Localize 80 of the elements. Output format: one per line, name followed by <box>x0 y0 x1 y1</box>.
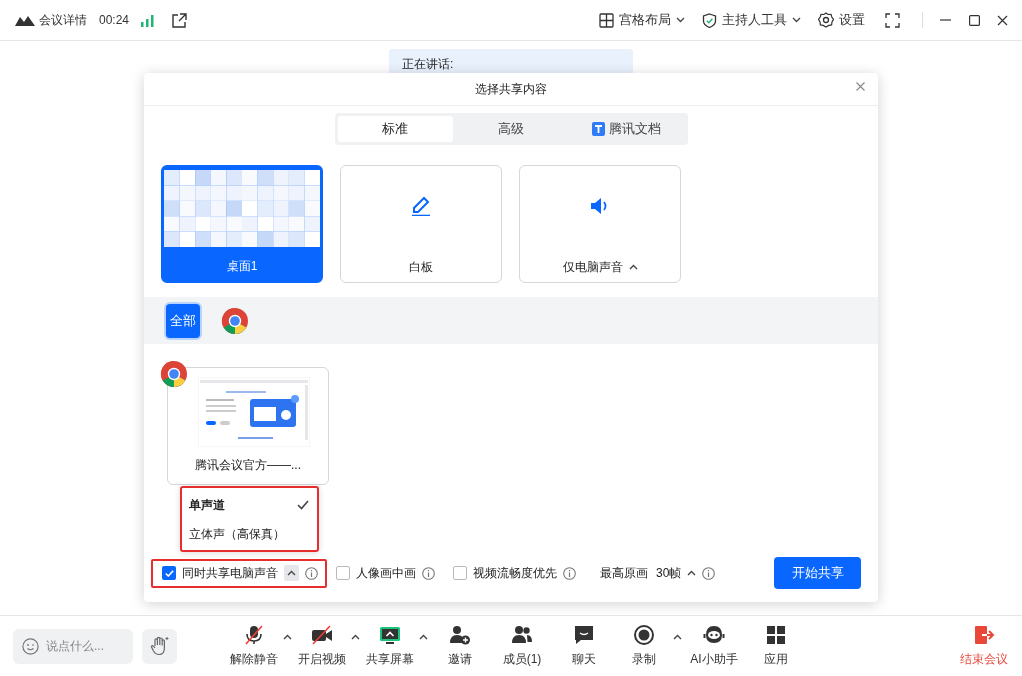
checkbox[interactable] <box>336 566 350 580</box>
toolbar-button[interactable]: 成员(1) <box>491 624 553 668</box>
browser-filter-tab[interactable] <box>220 305 250 336</box>
screen-share-icon <box>379 624 401 646</box>
toolbar-menu[interactable]: 宫格布局 <box>599 10 685 30</box>
menu-item[interactable]: 单声道 <box>182 490 317 519</box>
info-icon[interactable] <box>305 566 318 580</box>
shield-icon <box>702 12 717 28</box>
toolbar-menu[interactable]: 主持人工具 <box>702 10 801 30</box>
close-icon[interactable] <box>997 14 1008 26</box>
window-title: 腾讯会议官方——... <box>195 457 301 474</box>
pen-icon <box>411 196 431 216</box>
toolbar-button[interactable]: 解除静音 <box>225 624 283 668</box>
hand-icon <box>149 636 170 656</box>
caret-icon[interactable] <box>419 634 429 640</box>
chat-icon <box>573 624 595 646</box>
chat-input[interactable]: 说点什么... <box>13 628 133 664</box>
start-share-button[interactable]: 开始共享 <box>774 557 861 589</box>
share-source-card[interactable]: 仅电脑声音 <box>519 165 681 283</box>
caret-icon[interactable] <box>673 634 683 640</box>
browser-icon <box>160 360 188 388</box>
source-label: 白板 <box>409 259 433 276</box>
caret-icon[interactable] <box>628 264 638 270</box>
toolbar-button[interactable]: 聊天 <box>553 624 615 668</box>
menu-item[interactable]: 立体声（高保真） <box>182 519 317 548</box>
signal-icon <box>141 13 156 27</box>
external-link-icon[interactable] <box>172 12 188 28</box>
share-source-card[interactable]: 白板 <box>340 165 502 283</box>
toolbar-button[interactable]: 开启视频 <box>293 624 351 668</box>
toolbar-button[interactable]: 邀请 <box>429 624 491 668</box>
option-label: 视频流畅度优先 <box>473 565 557 582</box>
caret-icon[interactable] <box>351 634 361 640</box>
share-source-card[interactable]: 桌面1 <box>161 165 323 283</box>
settings-icon <box>818 12 834 28</box>
quality-label: 最高原画 <box>600 565 648 582</box>
document-icon <box>592 122 606 136</box>
apps-grid-icon <box>765 624 787 646</box>
source-label: 仅电脑声音 <box>562 259 623 276</box>
microphone-muted-icon <box>243 624 265 646</box>
fullscreen-icon[interactable] <box>885 12 900 28</box>
info-icon[interactable] <box>702 566 716 580</box>
meeting-timer: 00:24 <box>99 12 130 29</box>
users-icon <box>511 624 533 646</box>
add-user-icon <box>449 624 471 646</box>
grid-icon <box>599 12 614 28</box>
toolbar-button[interactable]: AI小助手 <box>683 624 745 668</box>
info-icon[interactable] <box>563 566 576 580</box>
end-meeting-button[interactable]: 结束会议 <box>954 624 1014 668</box>
caret-icon <box>287 570 296 576</box>
maximize-icon[interactable] <box>969 14 980 26</box>
robot-icon <box>703 624 725 646</box>
checkbox[interactable] <box>162 566 176 580</box>
window-card[interactable]: 腾讯会议官方——... <box>167 367 329 485</box>
toolbar-button[interactable]: 录制 <box>615 624 673 668</box>
caret-button[interactable] <box>284 565 299 581</box>
tab[interactable]: 高级 <box>453 116 569 142</box>
source-label: 桌面1 <box>226 258 258 275</box>
toolbar-button[interactable]: 应用 <box>745 624 807 668</box>
camera-off-icon <box>311 624 333 646</box>
smiley-icon <box>22 637 39 655</box>
toolbar-menu[interactable]: 设置 <box>818 10 865 30</box>
filter-tab[interactable]: 全部 <box>166 303 200 338</box>
tab[interactable]: 标准 <box>337 116 454 142</box>
toolbar-button[interactable]: 共享屏幕 <box>361 624 419 668</box>
quality-value[interactable]: 30帧 <box>656 564 682 582</box>
option-label: 同时共享电脑声音 <box>182 565 278 582</box>
record-icon <box>633 624 655 646</box>
info-icon[interactable] <box>422 566 435 580</box>
meeting-info-link[interactable]: 会议详情 <box>39 11 87 29</box>
checkmark-icon <box>164 569 174 577</box>
exit-icon <box>973 624 995 646</box>
raise-hand-button[interactable] <box>142 628 177 664</box>
option-label: 人像画中画 <box>356 565 416 582</box>
checkmark-icon <box>297 499 309 510</box>
checkbox[interactable] <box>453 566 467 580</box>
caret-icon[interactable] <box>283 634 293 640</box>
logo-icon <box>15 14 35 26</box>
caret-icon[interactable] <box>687 570 697 576</box>
tab[interactable]: 腾讯文档 <box>568 116 685 142</box>
browser-icon <box>221 306 249 335</box>
